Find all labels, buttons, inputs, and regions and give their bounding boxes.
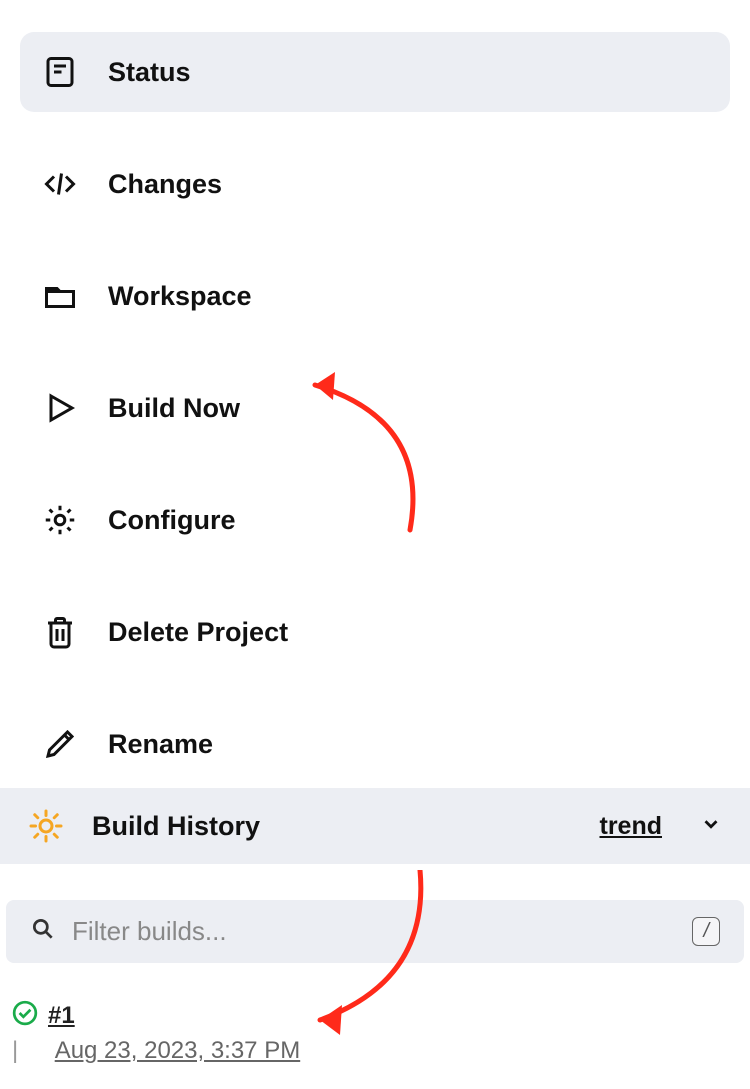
nav-label: Rename	[108, 729, 213, 760]
sidebar-item-configure[interactable]: Configure	[20, 480, 730, 560]
gear-icon	[42, 502, 78, 538]
success-icon	[12, 1000, 38, 1031]
code-icon	[42, 166, 78, 202]
sidebar: Status Changes Workspace Build Now Confi…	[0, 0, 750, 784]
build-number-link[interactable]: #1	[48, 1002, 75, 1030]
nav-label: Workspace	[108, 281, 252, 312]
play-icon	[42, 390, 78, 426]
pencil-icon	[42, 726, 78, 762]
sun-icon	[28, 808, 64, 844]
sidebar-item-status[interactable]: Status	[20, 32, 730, 112]
divider: |	[12, 1037, 18, 1064]
sidebar-item-changes[interactable]: Changes	[20, 144, 730, 224]
sidebar-item-rename[interactable]: Rename	[20, 704, 730, 784]
build-date-link[interactable]: Aug 23, 2023, 3:37 PM	[55, 1037, 301, 1064]
sidebar-item-workspace[interactable]: Workspace	[20, 256, 730, 336]
build-row[interactable]: #1 | Aug 23, 2023, 3:37 PM	[0, 990, 750, 1075]
nav-label: Configure	[108, 505, 236, 536]
trend-link[interactable]: trend	[600, 812, 663, 841]
nav-label: Changes	[108, 169, 222, 200]
nav-label: Status	[108, 57, 191, 88]
chevron-down-icon[interactable]	[700, 813, 722, 840]
build-history-title: Build History	[92, 811, 572, 842]
search-icon	[30, 916, 56, 947]
trash-icon	[42, 614, 78, 650]
folder-icon	[42, 278, 78, 314]
build-history-header: Build History trend	[0, 788, 750, 864]
kbd-shortcut-hint: /	[692, 917, 720, 946]
sidebar-item-build-now[interactable]: Build Now	[20, 368, 730, 448]
filter-builds-input[interactable]	[72, 916, 676, 947]
filter-builds-bar[interactable]: /	[6, 900, 744, 963]
status-icon	[42, 54, 78, 90]
nav-label: Build Now	[108, 393, 240, 424]
nav-label: Delete Project	[108, 617, 288, 648]
sidebar-item-delete-project[interactable]: Delete Project	[20, 592, 730, 672]
